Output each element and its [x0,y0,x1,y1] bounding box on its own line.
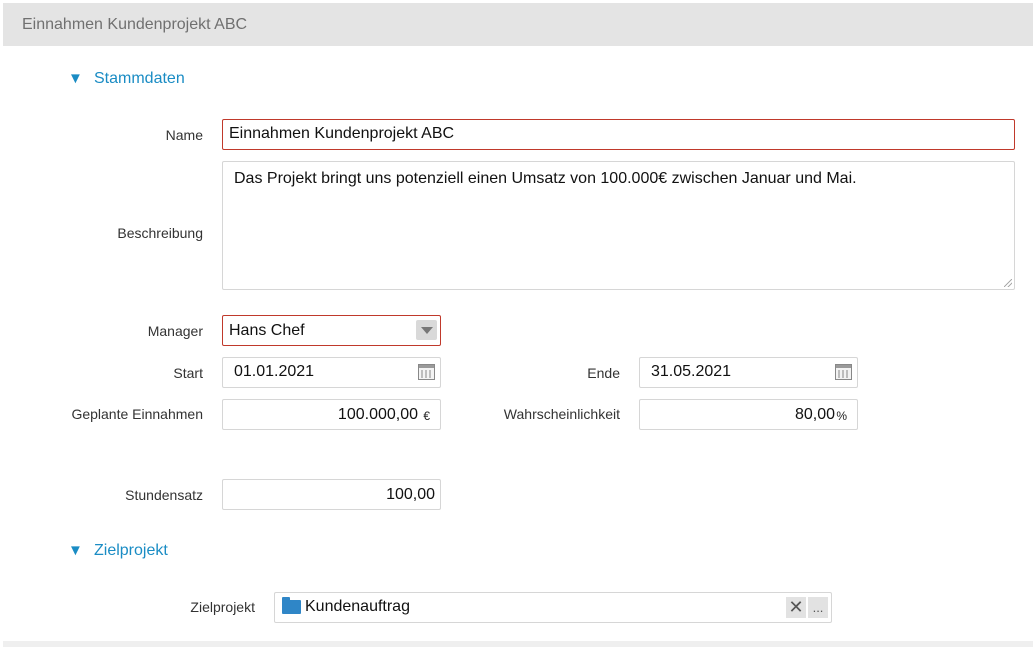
name-label: Name [165,127,203,143]
end-label: Ende [587,365,620,381]
start-label: Start [173,365,203,381]
manager-label: Manager [147,323,203,339]
end-value: 31.05.2021 [651,363,732,380]
manager-select[interactable]: Hans Chef [222,315,441,346]
hourly-rate-value: 100,00 [386,486,435,503]
section-toggle-zielprojekt[interactable]: ▼ Zielprojekt [68,542,188,562]
planned-income-value: 100.000,00 [337,406,418,423]
name-value: Einnahmen Kundenprojekt ABC [229,125,455,142]
section-title: Zielprojekt [94,542,168,559]
target-project-value: Kundenauftrag [305,598,410,615]
window-title: Einnahmen Kundenprojekt ABC [22,16,248,33]
end-date-input[interactable]: 31.05.2021 [639,357,858,388]
section-title: Stammdaten [94,70,185,87]
calendar-icon[interactable] [835,364,852,380]
probability-value: 80,00 [794,406,835,423]
section-toggle-stammdaten[interactable]: ▼ Stammdaten [68,70,198,90]
description-value: Das Projekt bringt uns potenziell einen … [234,170,857,187]
probability-label: Wahrscheinlichkeit [503,406,620,422]
triangle-down-icon: ▼ [68,542,83,559]
close-icon[interactable]: ✕ [786,597,806,618]
planned-income-label: Geplante Einnahmen [71,406,203,422]
triangle-down-icon: ▼ [68,70,83,87]
start-value: 01.01.2021 [234,363,315,380]
start-date-input[interactable]: 01.01.2021 [222,357,441,388]
resize-handle-icon[interactable] [1004,279,1012,287]
more-button[interactable]: ... [808,597,828,618]
manager-value: Hans Chef [229,322,305,339]
folder-icon [282,597,301,614]
hourly-rate-input[interactable]: 100,00 [222,479,441,510]
target-project-label: Zielprojekt [190,599,255,615]
chevron-down-icon[interactable] [416,320,437,340]
name-input[interactable]: Einnahmen Kundenprojekt ABC [222,119,1015,150]
description-label: Beschreibung [117,225,203,241]
window-title-bar: Einnahmen Kundenprojekt ABC [3,3,1033,46]
probability-input[interactable]: 80,00 % [639,399,858,430]
currency-unit: € [423,409,430,423]
target-project-field[interactable]: Kundenauftrag ✕ ... [274,592,832,623]
description-textarea[interactable]: Das Projekt bringt uns potenziell einen … [222,161,1015,290]
calendar-icon[interactable] [418,364,435,380]
planned-income-input[interactable]: 100.000,00 € [222,399,441,430]
bottom-divider [3,641,1033,647]
hourly-rate-label: Stundensatz [125,487,203,503]
percent-unit: % [836,409,847,423]
